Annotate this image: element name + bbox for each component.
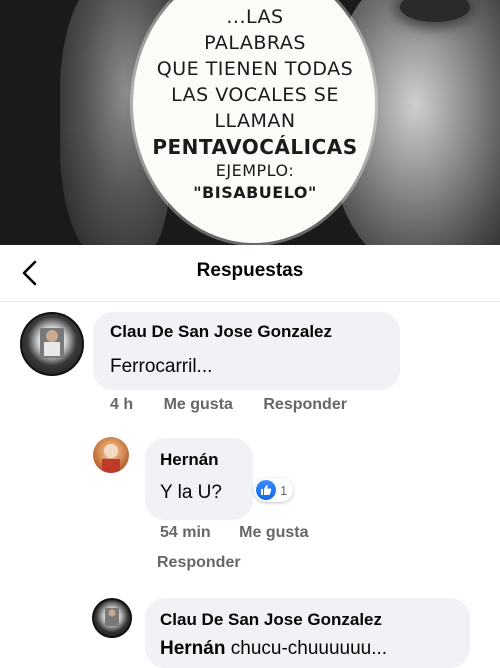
reaction-summary[interactable]: 1: [254, 478, 294, 502]
page-title: Respuestas: [196, 260, 304, 281]
comment-body: chucu-chuuuuuu...: [230, 638, 388, 659]
comment-time[interactable]: 4 h: [110, 396, 133, 413]
avatar-photo-icon: [40, 328, 64, 358]
comment-actions: 4 h Me gusta Responder: [110, 396, 347, 414]
reply-button[interactable]: Responder: [263, 396, 347, 413]
comment-text: Ferrocarril...: [110, 356, 213, 377]
avatar[interactable]: [92, 598, 132, 638]
meme-example-label: EJEMPLO:: [215, 161, 295, 180]
replies-header: Respuestas: [0, 245, 500, 302]
meme-example-word: "BISABUELO": [193, 183, 317, 202]
avatar-photo-icon: [102, 444, 120, 473]
like-button[interactable]: Me gusta: [164, 396, 233, 413]
meme-line: ...LAS: [226, 6, 284, 28]
comment-actions: 54 min Me gusta: [160, 524, 308, 542]
meme-image[interactable]: ...LAS PALABRAS QUE TIENEN TODAS LAS VOC…: [0, 0, 500, 245]
comment-author[interactable]: Clau De San Jose Gonzalez: [110, 322, 332, 342]
avatar[interactable]: [20, 312, 84, 376]
meme-text: ...LAS PALABRAS QUE TIENEN TODAS LAS VOC…: [120, 4, 390, 204]
comment-text: Y la U?: [160, 482, 222, 503]
reaction-count: 1: [280, 482, 288, 498]
comment-text: Hernán chucu-chuuuuuu...: [160, 638, 387, 660]
thumbs-up-icon: [261, 485, 272, 495]
meme-line: QUE TIENEN TODAS: [156, 58, 354, 80]
like-button[interactable]: Me gusta: [239, 524, 308, 541]
meme-line: LLAMAN: [214, 110, 296, 132]
mention-link[interactable]: Hernán: [160, 638, 225, 659]
comment-time[interactable]: 54 min: [160, 524, 211, 541]
meme-line: LAS VOCALES SE: [171, 84, 339, 106]
meme-highlight: PENTAVOCÁLICAS: [152, 135, 358, 159]
meme-line: PALABRAS: [204, 32, 306, 54]
like-reaction-icon: [256, 480, 276, 500]
avatar[interactable]: [93, 437, 129, 473]
reply-button[interactable]: Responder: [157, 554, 241, 572]
comment-author[interactable]: Clau De San Jose Gonzalez: [160, 610, 382, 630]
avatar-photo-icon: [105, 608, 119, 626]
comment-author[interactable]: Hernán: [160, 450, 219, 470]
